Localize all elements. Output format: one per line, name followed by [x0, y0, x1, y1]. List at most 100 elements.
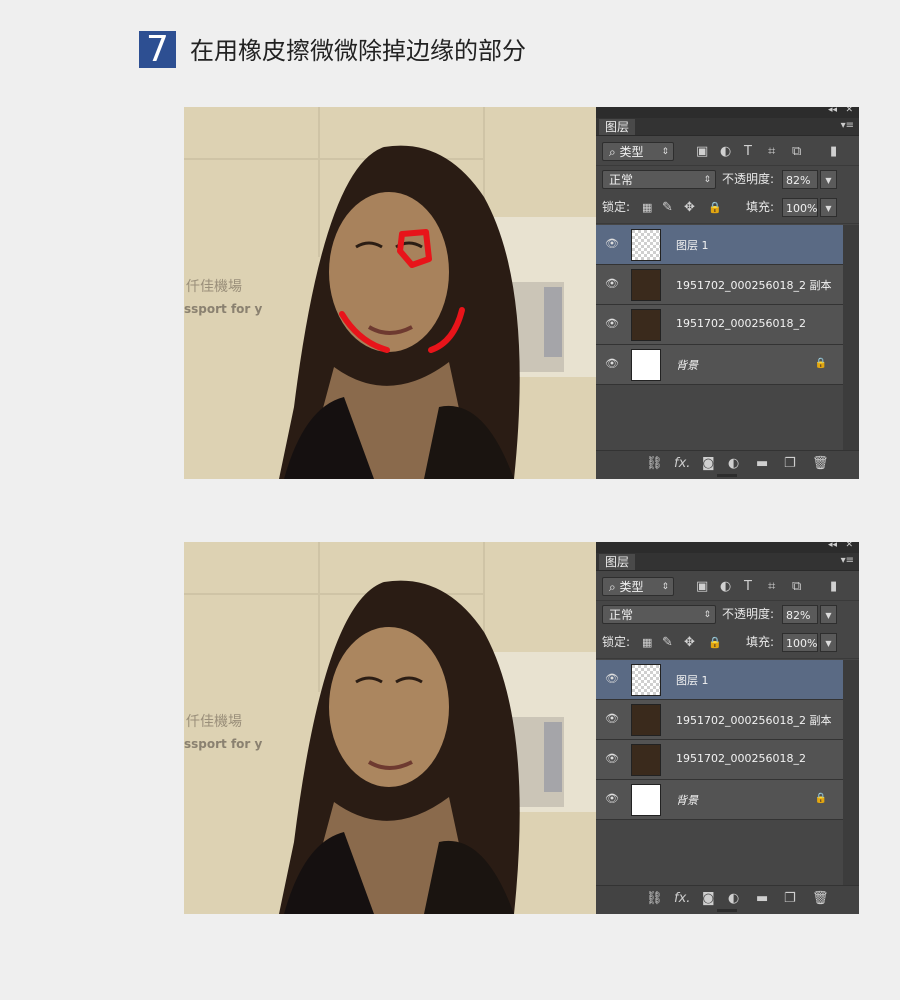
fill-slider-button[interactable]: ▼ [820, 633, 837, 652]
lock-transparent-icon[interactable]: ▦ [642, 198, 652, 217]
lock-position-icon[interactable]: ✥ [684, 633, 695, 652]
adjustment-icon[interactable]: ◐ [728, 891, 739, 906]
layer-row[interactable]: 👁 图层 1 [596, 660, 843, 700]
eye-icon[interactable]: 👁 [604, 753, 620, 765]
layers-panel: ◂◂ ✕ 图层 ▾≡ ⌕ 类型 ⇕ ▣ ◐ T ⌗ ⧉ ▮ 正常 ⇕ 不透明度:… [596, 107, 859, 479]
eye-icon[interactable]: 👁 [604, 238, 620, 250]
link-icon[interactable]: ⛓ [646, 891, 663, 906]
layer-row[interactable]: 👁 图层 1 [596, 225, 843, 265]
lock-pixels-icon[interactable]: ✎ [662, 198, 673, 217]
layer-row[interactable]: 👁 背景 🔒 [596, 780, 843, 820]
layer-name: 图层 1 [676, 239, 709, 252]
adjustment-filter-icon[interactable]: ◐ [720, 577, 731, 596]
panel-bottom-toolbar: ⛓ fx. ◙ ◐ ▬ ❐ 🗑 [596, 450, 859, 479]
fill-label: 填充: [746, 200, 775, 214]
eye-icon[interactable]: 👁 [604, 793, 620, 805]
layer-thumbnail [631, 229, 661, 261]
collapse-icon[interactable]: ◂◂ [828, 107, 837, 115]
tab-layers[interactable]: 图层 [599, 119, 636, 135]
folder-icon[interactable]: ▬ [756, 456, 768, 471]
fill-slider-button[interactable]: ▼ [820, 198, 837, 217]
adjustment-icon[interactable]: ◐ [728, 456, 739, 471]
blend-mode-dropdown[interactable]: 正常 ⇕ [602, 170, 716, 189]
type-filter-icon[interactable]: T [744, 142, 752, 161]
new-layer-icon[interactable]: ❐ [784, 456, 796, 471]
opacity-input[interactable]: 82% [782, 170, 818, 189]
panel-menu-icon[interactable]: ▾≡ [841, 555, 854, 566]
type-filter-icon[interactable]: T [744, 577, 752, 596]
panel-title-bar: ◂◂ ✕ [596, 542, 859, 553]
lock-all-icon[interactable]: 🔒 [708, 633, 722, 652]
eye-icon[interactable]: 👁 [604, 713, 620, 725]
chevron-down-icon: ⇕ [703, 175, 711, 185]
opacity-slider-button[interactable]: ▼ [820, 170, 837, 189]
canvas-photo: 仟佳機場 ssport for y [184, 107, 596, 479]
panel-title-bar: ◂◂ ✕ [596, 107, 859, 118]
fill-input[interactable]: 100% [782, 633, 818, 652]
eye-icon[interactable]: 👁 [604, 673, 620, 685]
shape-filter-icon[interactable]: ⌗ [768, 142, 775, 161]
eye-icon[interactable]: 👁 [604, 318, 620, 330]
blend-mode-dropdown[interactable]: 正常 ⇕ [602, 605, 716, 624]
collapse-icon[interactable]: ◂◂ [828, 542, 837, 550]
adjustment-filter-icon[interactable]: ◐ [720, 142, 731, 161]
opacity-label: 不透明度: [722, 607, 775, 621]
panel-bottom-toolbar: ⛓ fx. ◙ ◐ ▬ ❐ 🗑 [596, 885, 859, 914]
mask-icon[interactable]: ◙ [702, 891, 715, 906]
layer-thumbnail [631, 309, 661, 341]
lock-icon: 🔒 [814, 358, 827, 369]
lock-position-icon[interactable]: ✥ [684, 198, 695, 217]
shape-filter-icon[interactable]: ⌗ [768, 577, 775, 596]
fill-input[interactable]: 100% [782, 198, 818, 217]
screenshot-after: 仟佳機場 ssport for y ◂◂ ✕ 图层 ▾≡ ⌕ 类型 ⇕ ▣ ◐ … [184, 542, 859, 914]
smart-object-filter-icon[interactable]: ⧉ [792, 577, 801, 596]
fx-icon[interactable]: fx. [674, 891, 690, 906]
layer-row[interactable]: 👁 1951702_000256018_2 [596, 305, 843, 345]
smart-object-filter-icon[interactable]: ⧉ [792, 142, 801, 161]
layer-row[interactable]: 👁 1951702_000256018_2 副本 [596, 700, 843, 740]
filter-toggle-icon[interactable]: ▮ [830, 577, 837, 596]
filter-type-dropdown[interactable]: ⌕ 类型 ⇕ [602, 577, 674, 596]
search-icon: ⌕ [609, 145, 620, 159]
close-icon[interactable]: ✕ [845, 107, 853, 115]
panel-menu-icon[interactable]: ▾≡ [841, 120, 854, 131]
eye-icon[interactable]: 👁 [604, 358, 620, 370]
layer-name: 1951702_000256018_2 [676, 317, 806, 330]
resize-grip[interactable] [717, 474, 737, 477]
filter-type-dropdown[interactable]: ⌕ 类型 ⇕ [602, 142, 674, 161]
opacity-input[interactable]: 82% [782, 605, 818, 624]
layer-list-scrollbar[interactable] [843, 660, 859, 886]
layer-name: 1951702_000256018_2 副本 [676, 279, 832, 292]
image-filter-icon[interactable]: ▣ [696, 142, 708, 161]
image-filter-icon[interactable]: ▣ [696, 577, 708, 596]
layer-list-scrollbar[interactable] [843, 225, 859, 451]
opacity-slider-button[interactable]: ▼ [820, 605, 837, 624]
folder-icon[interactable]: ▬ [756, 891, 768, 906]
new-layer-icon[interactable]: ❐ [784, 891, 796, 906]
resize-grip[interactable] [717, 909, 737, 912]
lock-transparent-icon[interactable]: ▦ [642, 633, 652, 652]
tab-layers[interactable]: 图层 [599, 554, 636, 570]
chevron-down-icon: ⇕ [661, 147, 669, 157]
layers-panel: ◂◂ ✕ 图层 ▾≡ ⌕ 类型 ⇕ ▣ ◐ T ⌗ ⧉ ▮ 正常 ⇕ 不透明度:… [596, 542, 859, 914]
lock-pixels-icon[interactable]: ✎ [662, 633, 673, 652]
eye-icon[interactable]: 👁 [604, 278, 620, 290]
mask-icon[interactable]: ◙ [702, 456, 715, 471]
filter-toggle-icon[interactable]: ▮ [830, 142, 837, 161]
photo-illustration: 仟佳機場 ssport for y [184, 542, 596, 914]
close-icon[interactable]: ✕ [845, 542, 853, 550]
layer-row[interactable]: 👁 1951702_000256018_2 [596, 740, 843, 780]
layer-row[interactable]: 👁 1951702_000256018_2 副本 [596, 265, 843, 305]
layer-thumbnail [631, 784, 661, 816]
trash-icon[interactable]: 🗑 [812, 891, 829, 906]
step-title: 在用橡皮擦微微除掉边缘的部分 [190, 37, 526, 65]
screenshot-before: 仟佳機場 ssport for y ◂◂ ✕ 图层 ▾≡ ⌕ 类型 ⇕ ▣ ◐ … [184, 107, 859, 479]
fx-icon[interactable]: fx. [674, 456, 690, 471]
layer-row[interactable]: 👁 背景 🔒 [596, 345, 843, 385]
trash-icon[interactable]: 🗑 [812, 456, 829, 471]
layer-thumbnail [631, 704, 661, 736]
lock-all-icon[interactable]: 🔒 [708, 198, 722, 217]
layer-thumbnail [631, 349, 661, 381]
lock-icon: 🔒 [814, 793, 827, 804]
link-icon[interactable]: ⛓ [646, 456, 663, 471]
